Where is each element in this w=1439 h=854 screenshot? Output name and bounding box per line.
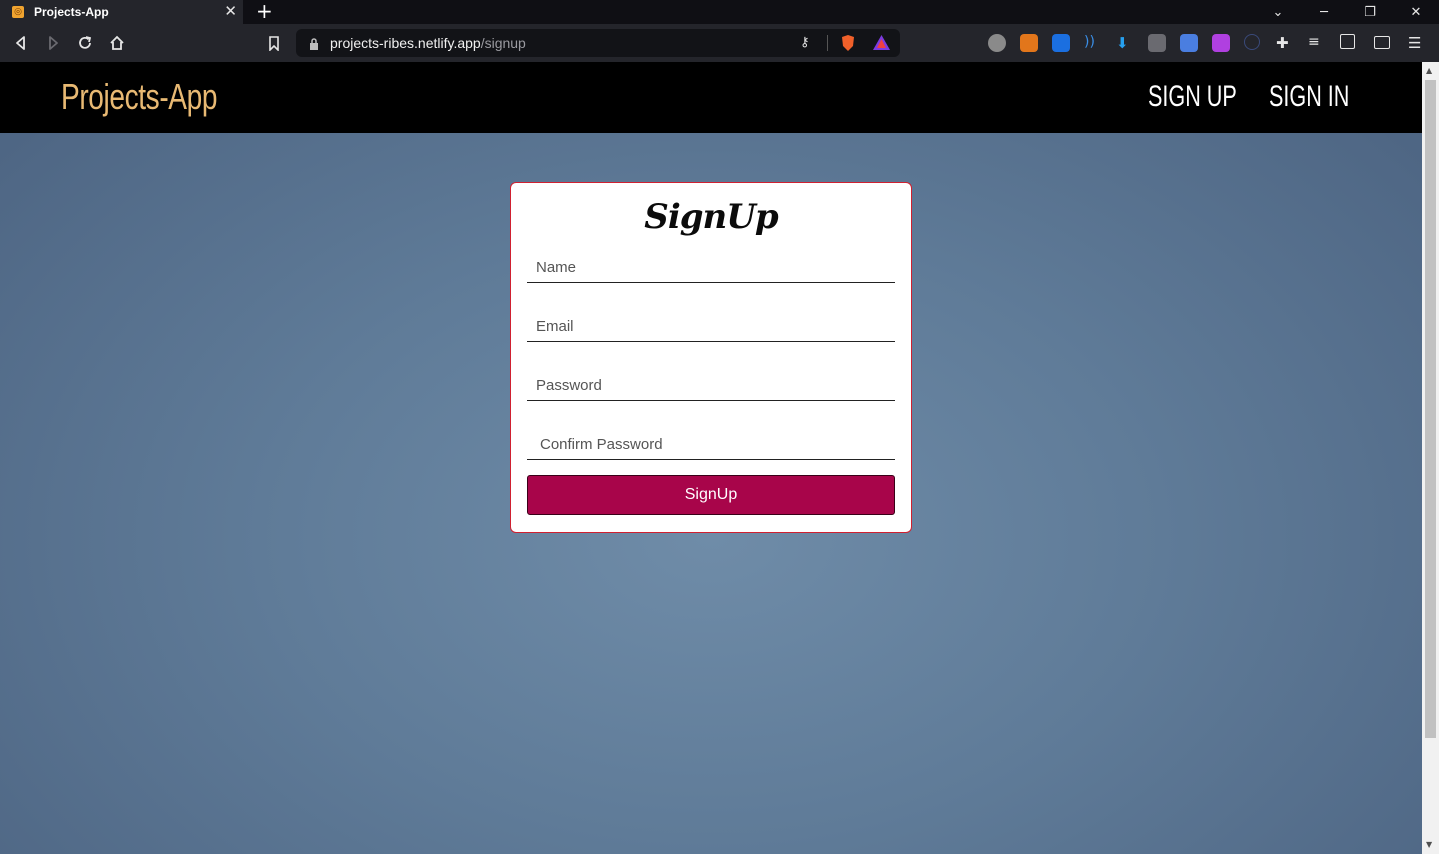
url-host: projects-ribes.netlify.app xyxy=(330,35,481,51)
bookmark-icon[interactable] xyxy=(262,31,286,55)
download-icon[interactable]: ⬇ xyxy=(1116,34,1134,52)
minimize-icon[interactable]: ─ xyxy=(1309,0,1339,24)
menu-icon[interactable]: ☰ xyxy=(1408,34,1426,52)
url-path: /signup xyxy=(480,35,526,51)
wallet-icon[interactable] xyxy=(1374,36,1390,49)
sidebar-icon[interactable] xyxy=(1340,34,1355,49)
page-scrollbar[interactable]: ▲ ▼ xyxy=(1422,62,1439,854)
reload-icon[interactable] xyxy=(73,31,97,55)
nav-sign-in-link[interactable]: SIGN IN xyxy=(1269,80,1349,114)
playlist-icon[interactable]: ≡ xyxy=(1308,34,1326,52)
home-icon[interactable] xyxy=(105,31,129,55)
scrollbar-thumb[interactable] xyxy=(1425,80,1436,738)
color-picker-icon[interactable] xyxy=(1212,34,1230,52)
url-text: projects-ribes.netlify.app/signup xyxy=(330,35,526,51)
browser-tab[interactable]: ◎ Projects-App ✕ xyxy=(0,0,243,24)
tab-title: Projects-App xyxy=(34,5,109,19)
new-tab-icon[interactable]: + xyxy=(256,0,273,22)
close-tab-icon[interactable]: ✕ xyxy=(224,2,237,20)
translate-icon[interactable] xyxy=(1180,34,1198,52)
name-input[interactable] xyxy=(527,253,895,283)
confirm-password-input[interactable] xyxy=(527,430,895,460)
site-favicon-icon: ◎ xyxy=(12,6,24,18)
extension-k-icon[interactable] xyxy=(988,34,1006,52)
extensions-puzzle-icon[interactable]: ✚ xyxy=(1276,34,1294,52)
tab-search-chevron-icon[interactable]: ⌄ xyxy=(1263,0,1293,24)
site-navbar: Projects-App SIGN UP SIGN IN xyxy=(0,62,1422,133)
brave-rewards-icon[interactable] xyxy=(873,35,890,54)
brave-shields-icon[interactable] xyxy=(840,35,856,56)
signup-card: SignUp SignUp xyxy=(510,182,912,533)
form-title: SignUp xyxy=(644,197,778,237)
password-input[interactable] xyxy=(527,371,895,401)
browser-toolbar: projects-ribes.netlify.app/signup ⚷ )) ⬇… xyxy=(0,24,1439,62)
browser-tab-strip: ◎ Projects-App ✕ + ⌄ ─ ❐ ✕ xyxy=(0,0,1439,24)
signup-button[interactable]: SignUp xyxy=(527,475,895,515)
scroll-up-icon[interactable]: ▲ xyxy=(1426,66,1432,75)
scroll-down-icon[interactable]: ▼ xyxy=(1426,840,1432,849)
forward-icon[interactable] xyxy=(41,31,65,55)
divider xyxy=(827,35,828,51)
key-icon[interactable]: ⚷ xyxy=(800,35,810,50)
cat-extension-icon[interactable] xyxy=(1148,34,1166,52)
lock-icon xyxy=(309,36,319,55)
close-window-icon[interactable]: ✕ xyxy=(1401,0,1431,24)
brand-logo[interactable]: Projects-App xyxy=(61,76,217,118)
back-icon[interactable] xyxy=(9,31,33,55)
bitwarden-icon[interactable] xyxy=(1052,34,1070,52)
metamask-icon[interactable] xyxy=(1020,34,1038,52)
nav-sign-up-link[interactable]: SIGN UP xyxy=(1148,80,1237,114)
page-viewport: Projects-App SIGN UP SIGN IN SignUp Sign… xyxy=(0,62,1422,854)
address-bar[interactable]: projects-ribes.netlify.app/signup ⚷ xyxy=(296,29,900,57)
extension-a-icon[interactable] xyxy=(1244,34,1260,50)
restore-icon[interactable]: ❐ xyxy=(1355,0,1385,24)
email-input[interactable] xyxy=(527,312,895,342)
read-aloud-icon[interactable]: )) xyxy=(1084,34,1102,52)
